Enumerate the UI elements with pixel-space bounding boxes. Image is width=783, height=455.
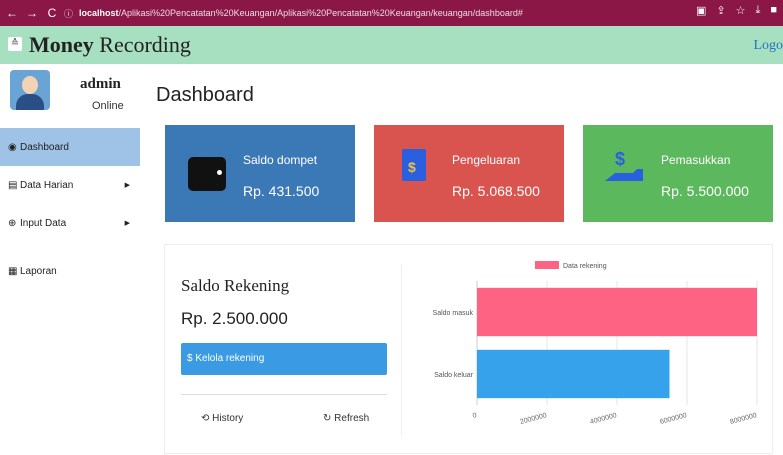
chevron-right-icon: ▶ (124, 220, 130, 227)
kelola-rekening-button[interactable]: $ Kelola rekening (181, 343, 387, 375)
kelola-rekening-label: Kelola rekening (195, 353, 265, 364)
sidebar-item-label: Input Data (20, 217, 67, 229)
url-path: /Aplikasi%20Pencatatan%20Keuangan/Aplika… (118, 8, 523, 18)
logout-link[interactable]: Logo (753, 38, 783, 54)
rekening-title: Saldo Rekening (181, 276, 290, 295)
history-label: History (212, 413, 244, 424)
database-icon: ▤ (8, 179, 18, 191)
share-icon[interactable]: ⇪ (716, 4, 725, 17)
sidebar-item-input-data[interactable]: ⊕ Input Data ▶ (0, 204, 140, 242)
refresh-icon: ↻ (323, 413, 335, 424)
brand-title[interactable]: Money Recording (29, 32, 191, 58)
user-panel: admin Online (0, 64, 140, 128)
legend-label: Data rekening (563, 263, 607, 270)
x-tick-label: 8000000 (729, 412, 757, 426)
card-pemasukkan: $ Pemasukkan Rp. 5.500.000 (583, 125, 773, 222)
download-icon[interactable]: ⤓ (755, 4, 760, 17)
card-label: Pemasukkan (661, 153, 731, 167)
card-value: Rp. 431.500 (243, 183, 320, 199)
x-tick-label: 4000000 (589, 412, 617, 426)
sidebar-item-label: Laporan (20, 265, 57, 277)
x-tick-label: 2000000 (519, 412, 547, 426)
sidebar-item-label: Data Harian (20, 179, 74, 191)
bar (477, 349, 670, 399)
translate-icon[interactable]: ▣ (696, 4, 706, 17)
forward-icon[interactable]: → (24, 6, 40, 20)
wallet-icon (188, 157, 226, 191)
brand-title-bold: Money (29, 32, 94, 57)
sidebar-item-laporan[interactable]: ▦ Laporan (0, 252, 140, 290)
card-saldo-dompet: Saldo dompet Rp. 431.500 (165, 125, 355, 222)
app-header: ≙ Money Recording Logo (0, 26, 783, 64)
main-content: Dashboard Saldo dompet Rp. 431.500 $ Pen… (140, 64, 783, 454)
bookmark-star-icon[interactable]: ☆ (736, 4, 746, 17)
invoice-icon: $ (402, 149, 426, 181)
reload-icon[interactable]: C (44, 6, 60, 20)
history-button[interactable]: ⟲ History (201, 413, 243, 424)
card-label: Pengeluaran (452, 153, 521, 167)
window-icon[interactable]: ■ (770, 4, 777, 17)
card-label: Saldo dompet (243, 153, 318, 167)
url-host: localhost (79, 8, 119, 18)
sidebar-item-dashboard[interactable]: ◉ Dashboard (0, 128, 140, 166)
report-icon: ▦ (8, 265, 18, 277)
legend-swatch (535, 261, 559, 269)
card-value: Rp. 5.068.500 (452, 183, 540, 199)
info-icon: ⓘ (64, 8, 74, 19)
refresh-button[interactable]: ↻ Refresh (323, 413, 369, 424)
back-icon[interactable]: ← (4, 6, 20, 20)
x-tick-label: 6000000 (659, 412, 687, 426)
brand-title-rest: Recording (93, 32, 191, 57)
user-status: Online (92, 100, 124, 112)
x-tick-label: 0 (472, 412, 478, 420)
sidebar: admin Online ◉ Dashboard ▤ Data Harian ▶… (0, 64, 140, 454)
rekening-panel: Saldo Rekening Rp. 2.500.000 $ Kelola re… (164, 244, 773, 454)
divider (181, 394, 387, 395)
refresh-label: Refresh (334, 413, 370, 424)
hand-money-icon: $ (605, 149, 643, 181)
user-name: admin (80, 76, 121, 92)
chevron-right-icon: ▶ (124, 182, 130, 189)
card-value: Rp. 5.500.000 (661, 183, 749, 199)
plus-circle-icon: ⊕ (8, 217, 17, 229)
y-category-label: Saldo masuk (433, 310, 474, 317)
rekening-value: Rp. 2.500.000 (181, 309, 288, 328)
bar (477, 287, 757, 337)
avatar (10, 70, 50, 110)
history-icon: ⟲ (201, 413, 213, 424)
sidebar-item-data-harian[interactable]: ▤ Data Harian ▶ (0, 166, 140, 204)
y-category-label: Saldo keluar (434, 372, 474, 379)
card-pengeluaran: $ Pengeluaran Rp. 5.068.500 (374, 125, 564, 222)
dashboard-icon: ◉ (8, 141, 17, 153)
svg-text:$: $ (615, 149, 625, 169)
app-logo-icon: ≙ (8, 37, 22, 51)
address-bar[interactable]: ⓘ localhost /Aplikasi%20Pencatatan%20Keu… (64, 3, 684, 23)
page-title: Dashboard (156, 84, 254, 106)
rekening-chart: Data rekening 0 2000000 4000000 6000000 80000… (433, 261, 758, 426)
browser-actions: ▣ ⇪ ☆ ⤓ ■ (696, 4, 777, 17)
browser-toolbar: ← → C ⓘ localhost /Aplikasi%20Pencatatan… (0, 0, 783, 26)
divider (401, 265, 402, 435)
sidebar-item-label: Dashboard (20, 141, 69, 153)
